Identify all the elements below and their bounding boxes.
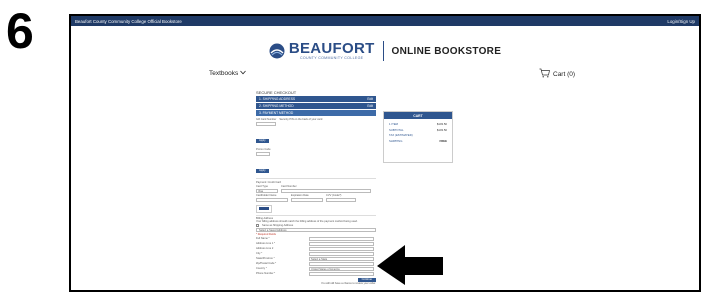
cart-link[interactable]: Cart (0) <box>539 68 575 80</box>
header-divider <box>382 41 384 61</box>
beaufort-logo-icon[interactable] <box>269 43 285 59</box>
step-label: 2. SHIPPING METHOD <box>259 104 294 108</box>
cart-summary-title: CART <box>384 112 452 119</box>
header: BEAUFORT COUNTY COMMUNITY COLLEGE ONLINE… <box>71 38 699 64</box>
address2-label: Address Line 2 <box>256 247 274 250</box>
required-note: * Required Fields <box>256 233 276 236</box>
address2-input[interactable] <box>309 247 374 251</box>
cart-line-items: 1 ITEM $103.50 <box>389 121 447 126</box>
cart-line-subtotal: SUBTOTAL $103.50 <box>389 128 447 132</box>
expiration-label: Expiration Date <box>291 193 309 197</box>
chevron-down-icon <box>240 70 247 77</box>
cart-label: Cart (0) <box>553 70 576 78</box>
card-number-label: Card Number <box>281 184 297 188</box>
card-type-label: Card Type <box>256 184 268 188</box>
checkout-form: SECURE CHECKOUT 1. SHIPPING ADDRESS Edit… <box>256 90 376 285</box>
phone-input[interactable] <box>309 272 374 276</box>
step-payment-method[interactable]: 3. PAYMENT METHOD <box>256 110 376 116</box>
postal-input[interactable] <box>309 262 374 266</box>
cardholder-label: Cardholder Name <box>256 193 277 197</box>
phone-label: Phone Number * <box>256 272 276 275</box>
cart-summary: CART 1 ITEM $103.50 SUBTOTAL $103.50 TAX… <box>383 111 453 163</box>
city-label: City * <box>256 252 263 255</box>
cart-line-shipping: SHIPPING FREE <box>389 139 447 143</box>
step-label: 3. PAYMENT METHOD <box>259 111 294 115</box>
gift-card-hint: Security PIN on the back of your card <box>279 118 323 121</box>
pointer-arrow-icon <box>377 245 443 285</box>
step-number: 6 <box>6 3 34 59</box>
site-title: Beaufort County Community College Offici… <box>75 18 182 24</box>
address1-input[interactable] <box>309 242 374 246</box>
gift-card-apply-button[interactable]: Apply <box>256 139 269 143</box>
step-edit-link[interactable]: Edit <box>367 97 373 101</box>
divider <box>256 214 376 215</box>
country-select[interactable]: United States of America <box>309 267 374 271</box>
payment-label: Payment: Credit Card <box>256 180 281 184</box>
cart-line-tax: TAX (ESTIMATED) <box>389 132 413 137</box>
country-label: Country * <box>256 267 267 270</box>
logo-subtitle: COUNTY COMMUNITY COLLEGE <box>299 56 364 60</box>
login-link[interactable]: Login/Sign Up <box>667 19 695 24</box>
card-logo-icon <box>256 204 272 213</box>
cvv-label: CVV (Code?) <box>326 193 342 197</box>
state-label: State/Province * <box>256 257 275 260</box>
cardholder-input[interactable] <box>256 197 288 202</box>
step-shipping-address[interactable]: 1. SHIPPING ADDRESS Edit <box>256 96 376 102</box>
card-type-select[interactable]: Visa <box>256 188 278 193</box>
expiration-input[interactable] <box>291 197 323 202</box>
textbooks-label: Textbooks <box>209 70 239 77</box>
step-shipping-method[interactable]: 2. SHIPPING METHOD Edit <box>256 103 376 109</box>
promo-label: Promo Code <box>256 148 271 151</box>
gift-card-input[interactable] <box>256 122 276 126</box>
top-bar: Beaufort County Community College Offici… <box>71 16 699 26</box>
postal-label: Zip/Postal Code * <box>256 262 277 265</box>
step-edit-link[interactable]: Edit <box>367 104 373 108</box>
state-select[interactable]: Select a State <box>309 257 374 261</box>
nav-row: Textbooks Cart (0) <box>71 68 699 82</box>
full-name-label: Full Name * <box>256 237 270 240</box>
cart-icon <box>539 68 550 80</box>
store-title: ONLINE BOOKSTORE <box>391 45 502 57</box>
divider <box>256 178 376 179</box>
review-note: You will still have a chance to review y… <box>321 282 376 285</box>
step-label: 1. SHIPPING ADDRESS <box>259 97 296 101</box>
logo[interactable]: BEAUFORT COUNTY COMMUNITY COLLEGE <box>289 41 375 61</box>
billing-note: Your billing address should match the bi… <box>256 220 358 223</box>
logo-word: BEAUFORT <box>288 40 375 57</box>
full-name-input[interactable] <box>309 237 374 241</box>
address1-label: Address Line 1 * <box>256 242 276 245</box>
card-number-input[interactable] <box>281 188 371 193</box>
promo-apply-button[interactable]: Apply <box>256 169 269 173</box>
gift-card-label: Gift Card Number <box>256 118 277 121</box>
saved-address-select[interactable]: Select a Saved Address <box>256 228 376 232</box>
cvv-input[interactable] <box>326 197 356 202</box>
checkout-title: SECURE CHECKOUT <box>256 90 297 95</box>
same-as-shipping-checkbox[interactable] <box>256 224 259 227</box>
promo-input[interactable] <box>256 152 270 156</box>
same-as-shipping-label: Same as Shipping Address <box>262 224 294 227</box>
textbooks-menu[interactable]: Textbooks <box>209 70 247 77</box>
city-input[interactable] <box>309 252 374 256</box>
